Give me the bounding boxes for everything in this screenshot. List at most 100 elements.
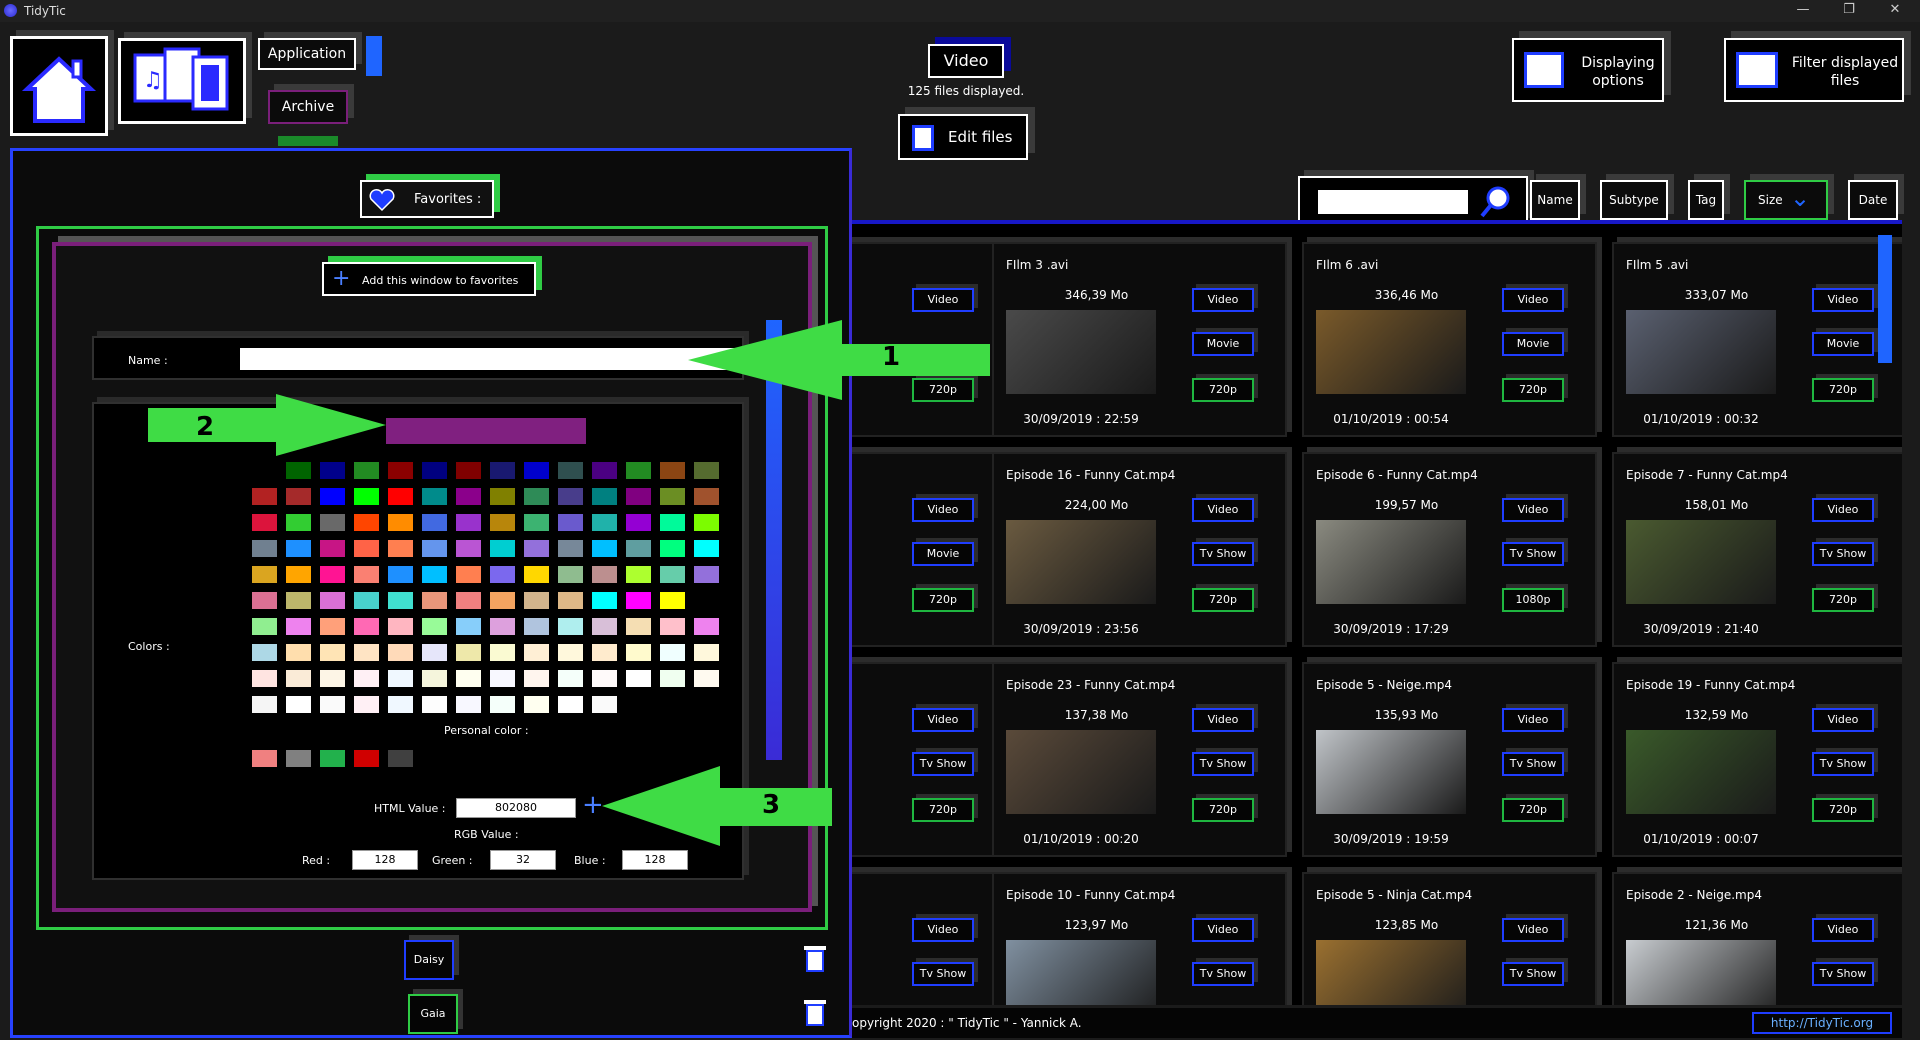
personal-color-swatch[interactable] xyxy=(252,750,277,767)
color-swatch[interactable] xyxy=(490,488,515,505)
nav-extra-tab[interactable] xyxy=(278,136,338,146)
color-swatch[interactable] xyxy=(456,514,481,531)
resolution-pill[interactable]: 720p xyxy=(1812,378,1874,402)
color-swatch[interactable] xyxy=(524,462,549,479)
color-swatch[interactable] xyxy=(660,592,685,609)
color-swatch[interactable] xyxy=(524,696,549,713)
color-swatch[interactable] xyxy=(320,644,345,661)
color-swatch[interactable] xyxy=(354,696,379,713)
color-swatch[interactable] xyxy=(388,514,413,531)
red-input[interactable]: 128 xyxy=(352,850,418,870)
color-swatch[interactable] xyxy=(388,592,413,609)
subtype-pill[interactable]: Tv Show xyxy=(912,752,974,776)
resolution-pill[interactable]: 720p xyxy=(1192,798,1254,822)
color-swatch[interactable] xyxy=(490,670,515,687)
trash-icon[interactable] xyxy=(800,996,830,1028)
color-swatch[interactable] xyxy=(354,592,379,609)
file-card[interactable]: Episode 5 - Ninja Cat.mp4 123,85 Mo Video T… xyxy=(1302,872,1597,1005)
color-swatch[interactable] xyxy=(320,566,345,583)
color-swatch[interactable] xyxy=(524,488,549,505)
color-swatch[interactable] xyxy=(524,566,549,583)
color-swatch[interactable] xyxy=(252,696,277,713)
resolution-pill[interactable]: 720p xyxy=(1812,588,1874,612)
resolution-pill[interactable]: 720p xyxy=(1502,798,1564,822)
color-swatch[interactable] xyxy=(592,696,617,713)
color-swatch[interactable] xyxy=(422,696,447,713)
color-swatch[interactable] xyxy=(354,514,379,531)
color-swatch[interactable] xyxy=(626,618,651,635)
grid-scrollbar[interactable] xyxy=(1878,235,1892,363)
color-swatch[interactable] xyxy=(388,696,413,713)
color-swatch[interactable] xyxy=(286,488,311,505)
color-swatch[interactable] xyxy=(422,488,447,505)
color-swatch[interactable] xyxy=(286,618,311,635)
color-swatch[interactable] xyxy=(592,462,617,479)
subtype-pill[interactable]: Movie xyxy=(912,542,974,566)
subtype-pill[interactable]: Tv Show xyxy=(912,962,974,986)
color-swatch[interactable] xyxy=(252,592,277,609)
color-swatch[interactable] xyxy=(626,644,651,661)
subtype-pill[interactable]: Movie xyxy=(1192,332,1254,356)
color-swatch[interactable] xyxy=(320,670,345,687)
color-swatch[interactable] xyxy=(354,670,379,687)
color-swatch[interactable] xyxy=(694,488,719,505)
color-swatch[interactable] xyxy=(490,566,515,583)
color-swatch[interactable] xyxy=(490,696,515,713)
type-pill[interactable]: Video xyxy=(1812,498,1874,522)
category-video-button[interactable]: Video xyxy=(928,44,1004,78)
color-swatch[interactable] xyxy=(388,462,413,479)
color-swatch[interactable] xyxy=(456,670,481,687)
type-pill[interactable]: Video xyxy=(1192,498,1254,522)
color-swatch[interactable] xyxy=(660,618,685,635)
color-swatch[interactable] xyxy=(388,488,413,505)
color-swatch[interactable] xyxy=(490,618,515,635)
color-swatch[interactable] xyxy=(626,462,651,479)
resolution-pill[interactable]: 720p xyxy=(1502,378,1564,402)
color-swatch[interactable] xyxy=(626,592,651,609)
personal-color-swatch[interactable] xyxy=(320,750,345,767)
color-swatch[interactable] xyxy=(660,514,685,531)
color-swatch[interactable] xyxy=(286,566,311,583)
color-swatch[interactable] xyxy=(558,592,583,609)
filter-files-button[interactable]: Filter displayed files xyxy=(1724,38,1904,102)
color-swatch[interactable] xyxy=(660,462,685,479)
color-swatch[interactable] xyxy=(660,644,685,661)
favorite-item-gaia[interactable]: Gaia xyxy=(408,994,458,1034)
color-swatch[interactable] xyxy=(354,618,379,635)
color-swatch[interactable] xyxy=(490,462,515,479)
color-swatch[interactable] xyxy=(592,514,617,531)
color-swatch[interactable] xyxy=(592,566,617,583)
color-swatch[interactable] xyxy=(694,566,719,583)
color-swatch[interactable] xyxy=(660,488,685,505)
sort-date-button[interactable]: Date xyxy=(1848,180,1898,220)
color-swatch[interactable] xyxy=(388,618,413,635)
nav-application-button[interactable]: Application xyxy=(258,38,356,70)
color-swatch[interactable] xyxy=(320,592,345,609)
type-pill[interactable]: Video xyxy=(1812,918,1874,942)
subtype-pill[interactable]: Tv Show xyxy=(1192,752,1254,776)
type-pill[interactable]: Video xyxy=(1812,708,1874,732)
file-card[interactable]: Episode 10 - Funny Cat.mp4 123,97 Mo Video… xyxy=(992,872,1287,1005)
color-swatch[interactable] xyxy=(456,696,481,713)
color-swatch[interactable] xyxy=(456,540,481,557)
color-swatch[interactable] xyxy=(320,618,345,635)
type-pill[interactable]: Video xyxy=(1502,498,1564,522)
color-swatch[interactable] xyxy=(626,514,651,531)
type-pill[interactable]: Video xyxy=(1502,708,1564,732)
color-swatch[interactable] xyxy=(626,566,651,583)
favorites-tab[interactable]: Favorites : xyxy=(360,180,494,218)
color-swatch[interactable] xyxy=(422,644,447,661)
color-swatch[interactable] xyxy=(490,514,515,531)
color-swatch[interactable] xyxy=(252,644,277,661)
website-link[interactable]: http://TidyTic.org xyxy=(1752,1012,1892,1034)
color-swatch[interactable] xyxy=(388,670,413,687)
color-swatch[interactable] xyxy=(456,618,481,635)
nav-archive-button[interactable]: Archive xyxy=(268,90,348,124)
file-card[interactable]: FIlm 3 .avi 346,39 Mo 30/09/2019 : 22:59 Vi… xyxy=(992,242,1287,437)
color-swatch[interactable] xyxy=(456,566,481,583)
color-swatch[interactable] xyxy=(558,696,583,713)
edit-files-button[interactable]: Edit files xyxy=(898,114,1028,160)
sort-subtype-button[interactable]: Subtype xyxy=(1600,180,1668,220)
color-swatch[interactable] xyxy=(626,670,651,687)
color-swatch[interactable] xyxy=(558,566,583,583)
